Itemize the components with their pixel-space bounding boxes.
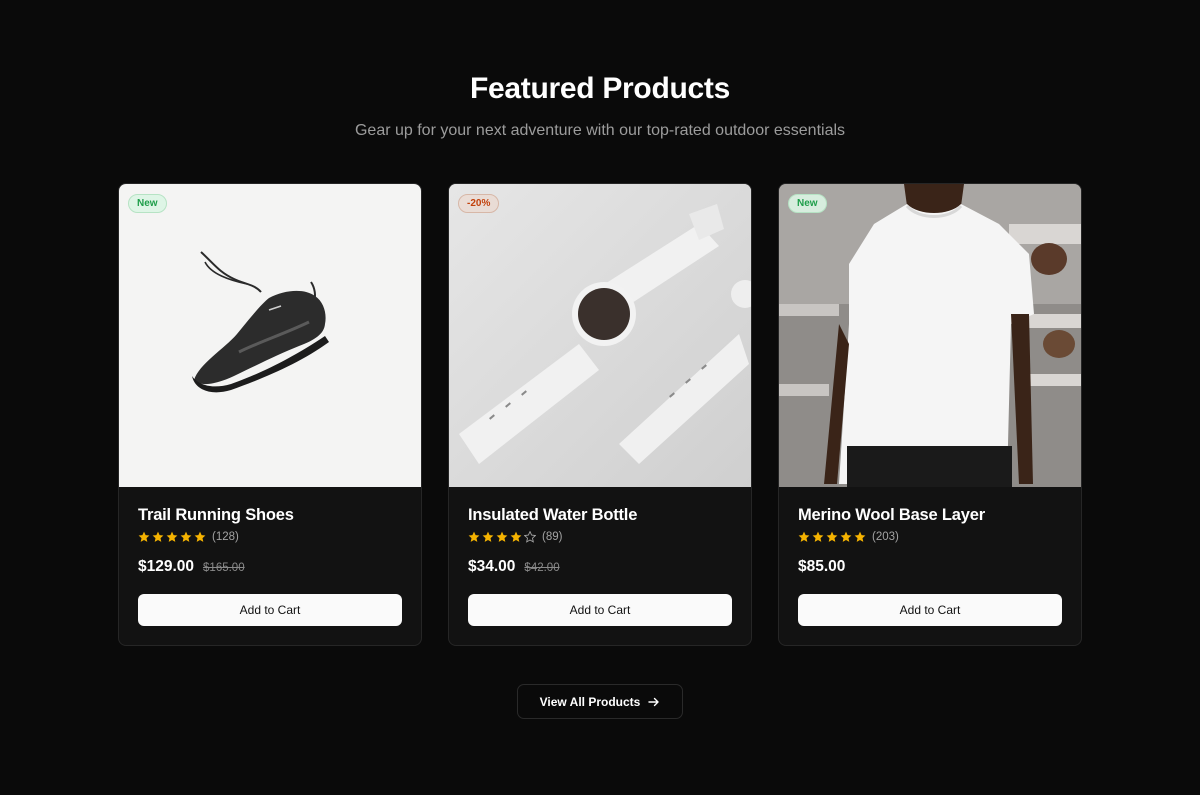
star-filled-icon [468,531,480,542]
product-image[interactable]: New [779,184,1081,487]
star-filled-icon [152,531,164,542]
star-filled-icon [812,531,824,542]
rating: (128) [138,529,402,545]
product-name[interactable]: Merino Wool Base Layer [798,506,1062,525]
discount-badge: -20% [458,194,500,213]
star-filled-icon [194,531,206,542]
original-price: $42.00 [524,562,560,574]
star-filled-icon [854,531,866,542]
star-rating [468,531,536,543]
star-filled-icon [798,531,810,542]
original-price: $165.00 [203,562,245,574]
add-to-cart-button[interactable]: Add to Cart [138,594,402,626]
product-image[interactable]: New [119,184,421,487]
price: $129.00 [138,558,195,575]
star-empty-icon [524,531,536,543]
rating: (89) [468,529,732,545]
review-count: (89) [542,531,563,543]
section-subtitle: Gear up for your next adventure with our… [354,122,846,139]
star-rating [798,531,866,543]
star-filled-icon [510,531,522,542]
product-name[interactable]: Insulated Water Bottle [468,506,732,525]
product-card[interactable]: New Merino Wool Base Layer (203) $85.00 … [778,183,1082,646]
review-count: (128) [212,531,239,543]
price: $34.00 [468,558,516,575]
star-filled-icon [180,531,192,542]
star-filled-icon [496,531,508,542]
add-to-cart-button[interactable]: Add to Cart [798,594,1062,626]
rating: (203) [798,529,1062,545]
new-badge: New [128,194,167,213]
view-all-label: View All Products [539,694,641,709]
running-shoe-photo [119,184,421,487]
star-filled-icon [138,531,150,542]
white-tshirt-photo [779,184,1081,487]
view-all-products-button[interactable]: View All Products [517,684,683,719]
star-filled-icon [166,531,178,542]
smartwatch-photo [449,184,751,487]
star-rating [138,531,206,543]
product-card[interactable]: -20% Insulated Water Bottle (89) $34.00 … [448,183,752,646]
section-title: Featured Products [470,72,730,105]
star-filled-icon [482,531,494,542]
add-to-cart-button[interactable]: Add to Cart [468,594,732,626]
product-image[interactable]: -20% [449,184,751,487]
review-count: (203) [872,531,899,543]
product-name[interactable]: Trail Running Shoes [138,506,402,525]
star-filled-icon [826,531,838,542]
arrow-right-icon [648,697,660,706]
new-badge: New [788,194,827,213]
price: $85.00 [798,558,846,575]
star-filled-icon [840,531,852,542]
product-card[interactable]: New Trail Running Shoes (128) $129.00 $1… [118,183,422,646]
